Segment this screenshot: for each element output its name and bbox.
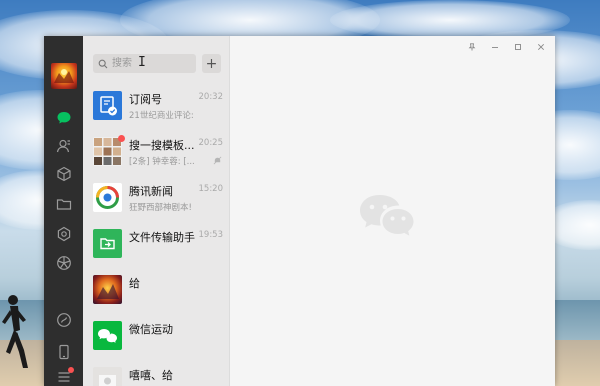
chat-time: 19:53 [198, 230, 224, 240]
group-avatar [93, 137, 122, 166]
contacts-icon[interactable] [53, 135, 75, 157]
chat-item-contact[interactable]: 给 [83, 267, 230, 313]
search-box[interactable]: I [93, 54, 196, 73]
mini-program-icon[interactable] [53, 223, 75, 245]
chat-preview: 21世纪商业评论: [129, 111, 194, 121]
chat-main-area [230, 36, 555, 386]
tencent-news-icon [93, 183, 122, 212]
channels-icon[interactable] [53, 309, 75, 331]
wechat-sport-icon [93, 321, 122, 350]
user-avatar [93, 367, 122, 386]
runner-silhouette [2, 295, 28, 368]
wechat-logo-icon [360, 195, 414, 236]
pin-icon[interactable] [464, 40, 480, 54]
chat-name: 给 [129, 277, 140, 290]
chat-item-group[interactable]: 搜一搜模板... 20:25 [2条] 钟幸蓉: [... [83, 129, 230, 175]
nav-sidebar [44, 36, 83, 386]
minimize-icon[interactable] [487, 40, 503, 54]
folder-icon[interactable] [53, 193, 75, 215]
chat-preview: 狂野西部神剧本! [129, 203, 192, 213]
unread-dot [118, 135, 125, 142]
user-avatar[interactable] [51, 63, 77, 89]
chat-item-wechat-sport[interactable]: 微信运动 [83, 313, 230, 359]
chat-time: 20:32 [198, 92, 224, 102]
text-cursor-icon: I [138, 55, 146, 70]
search-input[interactable] [112, 55, 192, 72]
chat-item-tencent-news[interactable]: 腾讯新闻 15:20 狂野西部神剧本! [83, 175, 230, 221]
chat-name: 微信运动 [129, 323, 173, 336]
chat-name: 搜一搜模板... [129, 139, 195, 152]
moments-icon[interactable] [53, 252, 75, 274]
chat-list: 订阅号 20:32 21世纪商业评论: 搜一搜模板... 20:25 [2条] … [83, 83, 230, 386]
chat-time: 15:20 [198, 184, 224, 194]
chat-name: 文件传输助手 [129, 231, 195, 244]
chat-name: 腾讯新闻 [129, 185, 173, 198]
phone-icon[interactable] [53, 341, 75, 363]
search-icon [98, 59, 108, 68]
add-button[interactable]: + [202, 54, 221, 73]
mute-icon [213, 156, 222, 165]
chat-item-user[interactable]: 嘻嘻、给 [83, 359, 230, 386]
menu-icon[interactable] [53, 365, 75, 386]
chat-item-subscriptions[interactable]: 订阅号 20:32 21世纪商业评论: [83, 83, 230, 129]
menu-badge-dot [68, 367, 74, 373]
file-transfer-icon [93, 229, 122, 258]
chat-preview: [2条] 钟幸蓉: [... [129, 157, 195, 167]
subscription-icon [93, 91, 122, 120]
maximize-icon[interactable] [510, 40, 526, 54]
favorites-icon[interactable] [53, 163, 75, 185]
chat-list-panel: I + 订阅号 20:32 21世纪商业评论: [83, 36, 230, 386]
chat-name: 嘻嘻、给 [129, 369, 173, 382]
chat-time: 20:25 [198, 138, 224, 148]
wechat-window: I + 订阅号 20:32 21世纪商业评论: [44, 36, 555, 386]
game-avatar [93, 275, 122, 304]
chat-name: 订阅号 [129, 93, 162, 106]
chat-item-file-transfer[interactable]: 文件传输助手 19:53 [83, 221, 230, 267]
close-icon[interactable] [533, 40, 549, 54]
chat-icon[interactable] [53, 107, 75, 129]
